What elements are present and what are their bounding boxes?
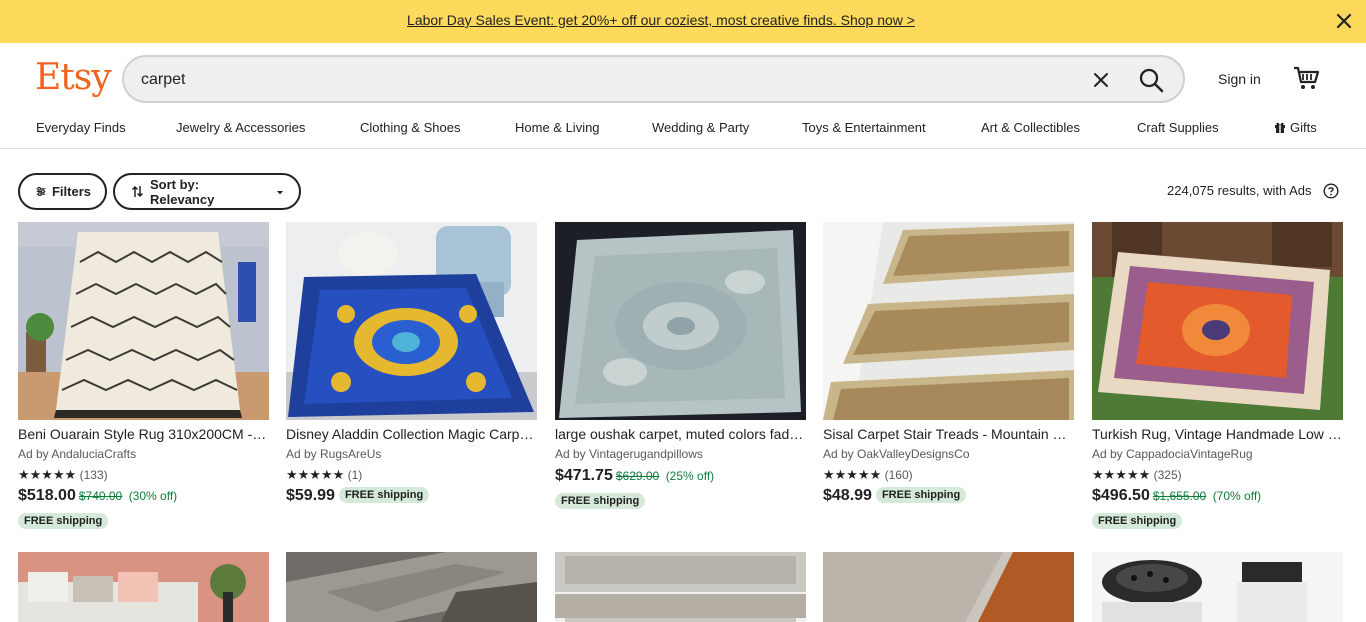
review-count: (1) [347, 468, 363, 482]
nav-toys-entertainment[interactable]: Toys & Entertainment [802, 120, 926, 135]
listing-image[interactable] [823, 552, 1074, 622]
listing-image[interactable] [18, 552, 269, 622]
listing-title[interactable]: Disney Aladdin Collection Magic Carpet A… [286, 426, 537, 442]
star-rating-icon: ★★★★★ [286, 467, 345, 482]
listing-image[interactable] [286, 552, 537, 622]
review-count: (325) [1153, 468, 1182, 482]
free-shipping-badge: FREE shipping [1092, 513, 1183, 529]
search-input[interactable] [141, 68, 1041, 92]
price-row: $518.00 $740.00 (30% off) [18, 487, 177, 505]
results-count: 224,075 results, with Ads [1167, 183, 1312, 198]
listing-title[interactable]: Beni Ouarain Style Rug 310x200CM - Handm… [18, 426, 269, 442]
clear-search-icon[interactable] [1089, 68, 1113, 92]
original-price: $629.00 [615, 469, 660, 483]
listing-image[interactable] [555, 552, 806, 622]
nav-art-collectibles[interactable]: Art & Collectibles [981, 120, 1080, 135]
promo-banner-link[interactable]: Labor Day Sales Event: get 20%+ off our … [0, 12, 1322, 28]
sale-price: $59.99 [286, 487, 335, 504]
listing-title[interactable]: Sisal Carpet Stair Treads - Mountain Rid… [823, 426, 1074, 442]
price-row: $471.75 $629.00 (25% off) [555, 467, 714, 485]
sort-arrows-icon [131, 185, 144, 198]
cart-icon[interactable] [1292, 64, 1320, 92]
filters-button[interactable]: Filters [18, 173, 107, 210]
filter-sliders-icon [36, 186, 46, 197]
sign-in-link[interactable]: Sign in [1218, 71, 1261, 87]
free-shipping-badge: FREE shipping [875, 487, 967, 503]
listing-image[interactable] [286, 222, 537, 420]
rating: ★★★★★ (1) [286, 467, 362, 483]
listing-image[interactable] [823, 222, 1074, 420]
listing-title[interactable]: Turkish Rug, Vintage Handmade Low Pile O… [1092, 426, 1343, 442]
rating: ★★★★★ (160) [823, 467, 913, 483]
filters-label: Filters [51, 184, 91, 199]
nav-gifts[interactable]: Gifts [1274, 120, 1317, 135]
search-bar [122, 55, 1185, 103]
nav-jewelry-accessories[interactable]: Jewelry & Accessories [176, 120, 305, 135]
help-circle-icon[interactable] [1323, 183, 1339, 199]
category-nav: Everyday Finds Jewelry & Accessories Clo… [0, 117, 1366, 149]
nav-gifts-label: Gifts [1290, 120, 1317, 135]
sale-price: $471.75 [555, 467, 613, 484]
shop-name[interactable]: Ad by CappadociaVintageRug [1092, 447, 1253, 461]
original-price: $740.00 [78, 489, 123, 503]
caret-down-icon [277, 190, 283, 194]
promo-banner: Labor Day Sales Event: get 20%+ off our … [0, 0, 1366, 43]
listing-image[interactable] [1092, 552, 1343, 622]
nav-craft-supplies[interactable]: Craft Supplies [1137, 120, 1219, 135]
free-shipping-badge: FREE shipping [555, 493, 646, 509]
original-price: $1,655.00 [1152, 489, 1207, 503]
sort-label: Sort by: Relevancy [150, 176, 215, 207]
discount-percent: (30% off) [128, 489, 178, 503]
review-count: (133) [79, 468, 108, 482]
free-shipping-badge: FREE shipping [18, 513, 109, 529]
review-count: (160) [884, 468, 913, 482]
search-icon[interactable] [1137, 66, 1165, 94]
listing-image[interactable] [555, 222, 806, 420]
discount-percent: (25% off) [665, 469, 715, 483]
sort-dropdown[interactable]: Sort by: Relevancy [113, 173, 301, 210]
star-rating-icon: ★★★★★ [823, 467, 882, 482]
price-row: $59.99 FREE shipping [286, 487, 430, 505]
close-icon[interactable] [1334, 11, 1354, 31]
sale-price: $48.99 [823, 487, 872, 504]
sale-price: $518.00 [18, 487, 76, 504]
shop-name[interactable]: Ad by OakValleyDesignsCo [823, 447, 970, 461]
price-row: $496.50 $1,655.00 (70% off) [1092, 487, 1261, 505]
nav-clothing-shoes[interactable]: Clothing & Shoes [360, 120, 460, 135]
star-rating-icon: ★★★★★ [1092, 467, 1151, 482]
rating: ★★★★★ (133) [18, 467, 108, 483]
etsy-logo[interactable]: Etsy [35, 55, 112, 101]
gift-icon [1275, 122, 1285, 133]
listing-image[interactable] [1092, 222, 1343, 420]
price-row: $48.99 FREE shipping [823, 487, 967, 505]
sale-price: $496.50 [1092, 487, 1150, 504]
nav-wedding-party[interactable]: Wedding & Party [652, 120, 749, 135]
free-shipping-badge: FREE shipping [338, 487, 430, 503]
rating: ★★★★★ (325) [1092, 467, 1182, 483]
shop-name[interactable]: Ad by Vintagerugandpillows [555, 447, 703, 461]
listing-title[interactable]: large oushak carpet, muted colors faded … [555, 426, 806, 442]
nav-home-living[interactable]: Home & Living [515, 120, 600, 135]
listing-image[interactable] [18, 222, 269, 420]
shop-name[interactable]: Ad by RugsAreUs [286, 447, 381, 461]
nav-everyday-finds[interactable]: Everyday Finds [36, 120, 126, 135]
star-rating-icon: ★★★★★ [18, 467, 77, 482]
shop-name[interactable]: Ad by AndaluciaCrafts [18, 447, 136, 461]
discount-percent: (70% off) [1212, 489, 1262, 503]
